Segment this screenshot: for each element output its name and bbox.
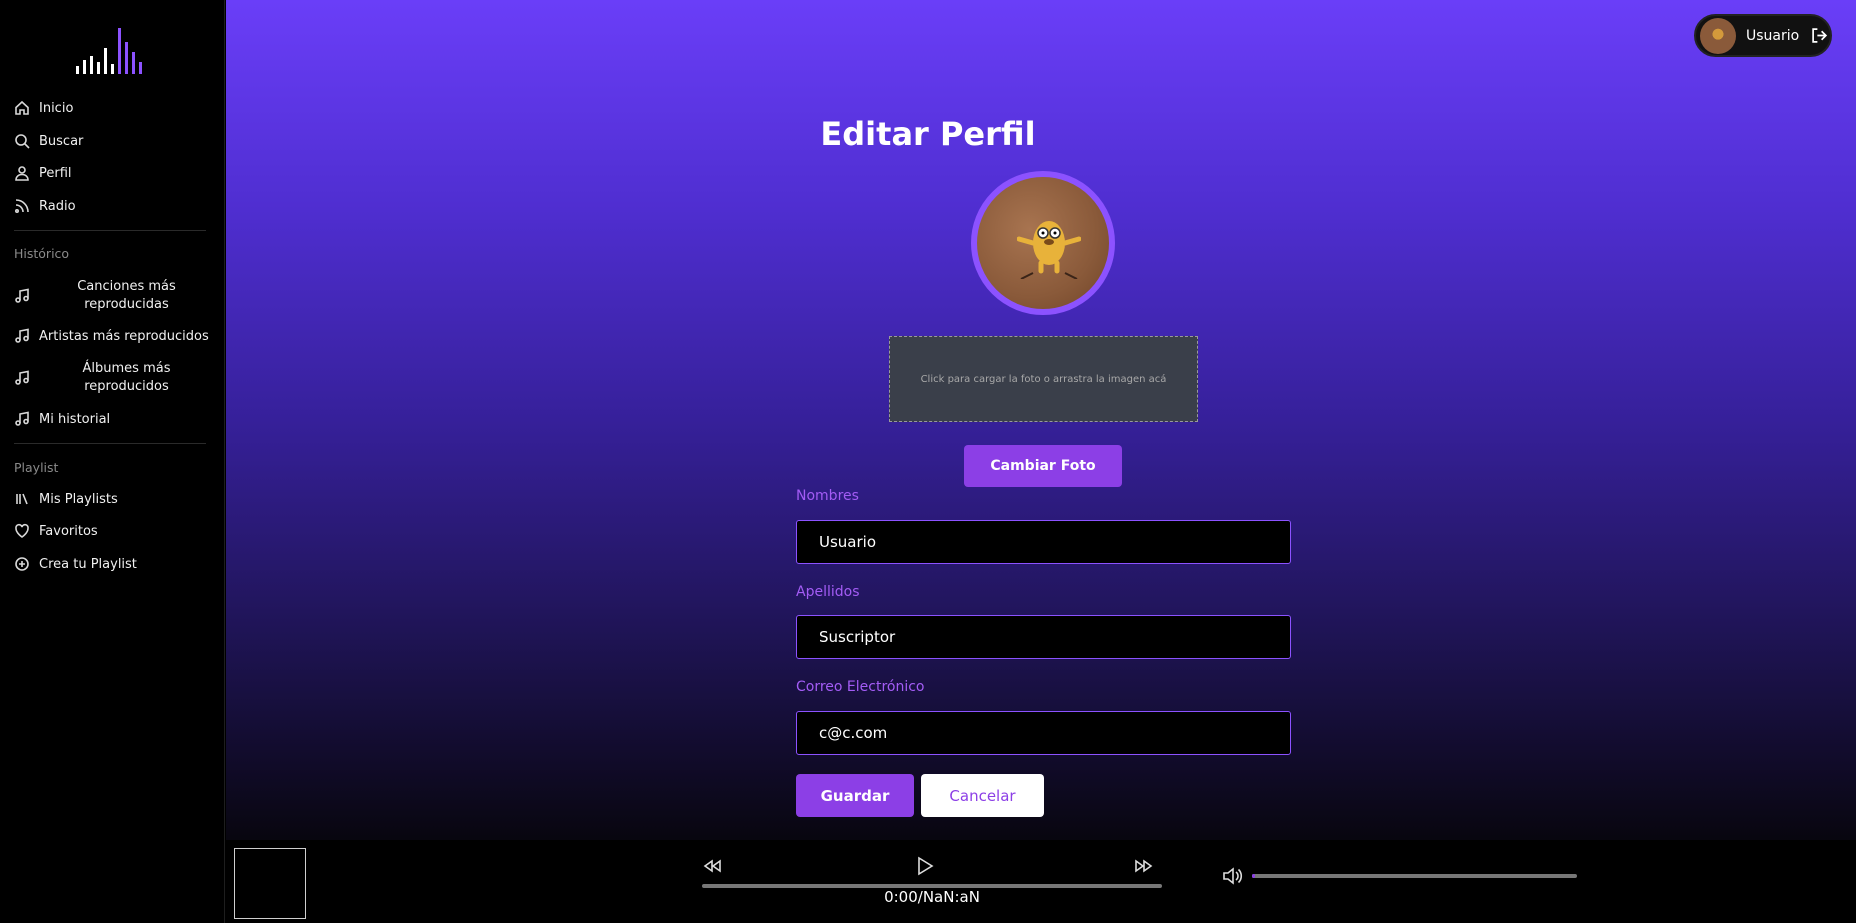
nav-item-radio[interactable]: Radio	[14, 198, 76, 214]
nav-item-artistas[interactable]: Artistas más reproducidos	[14, 328, 209, 344]
volume-icon	[1223, 867, 1243, 885]
music-note-icon	[15, 370, 29, 385]
nombres-input[interactable]: Usuario	[796, 520, 1291, 564]
nav-item-inicio[interactable]: Inicio	[14, 100, 73, 116]
home-icon	[15, 100, 29, 115]
library-icon	[16, 493, 28, 505]
nav-item-label: Mis Playlists	[39, 491, 118, 507]
photo-dropzone[interactable]: Click para cargar la foto o arrastra la …	[889, 336, 1198, 422]
nombres-label: Nombres	[796, 488, 859, 504]
email-input[interactable]: c@c.com	[796, 711, 1291, 755]
logo-icon	[76, 28, 142, 74]
nav-item-canciones[interactable]: Canciones más reproducidas	[14, 278, 214, 314]
nav-item-label: Inicio	[39, 100, 74, 116]
nav-item-label: Artistas más reproducidos	[39, 328, 209, 344]
forward-button[interactable]	[1134, 858, 1154, 878]
nav-item-crea-playlist[interactable]: Crea tu Playlist	[14, 556, 137, 572]
email-label: Correo Electrónico	[796, 679, 925, 695]
apellidos-input[interactable]: Suscriptor	[796, 615, 1291, 659]
play-icon	[918, 856, 934, 876]
nav-item-label: Favoritos	[39, 523, 98, 539]
nav-item-label: Álbumes más reproducidos	[82, 361, 171, 394]
nav-item-label: Perfil	[39, 165, 72, 181]
volume-button[interactable]	[1222, 866, 1244, 890]
music-note-icon	[15, 411, 29, 426]
avatar	[1700, 17, 1736, 54]
plus-circle-icon	[15, 557, 29, 571]
user-menu[interactable]: Usuario	[1694, 14, 1832, 57]
nav-item-mis-playlists[interactable]: Mis Playlists	[14, 491, 118, 507]
section-title-playlist: Playlist	[14, 460, 59, 475]
cancel-button[interactable]: Cancelar	[921, 774, 1044, 817]
section-title-historico: Histórico	[14, 246, 70, 261]
divider	[14, 230, 206, 231]
player-bar	[226, 840, 1856, 923]
divider	[14, 443, 206, 444]
nav-item-perfil[interactable]: Perfil	[14, 165, 72, 181]
username: Usuario	[1746, 27, 1800, 44]
nav-item-label: Radio	[39, 198, 76, 214]
volume-slider[interactable]	[1252, 874, 1577, 878]
rewind-button[interactable]	[702, 858, 722, 878]
rewind-icon	[703, 859, 721, 873]
play-button[interactable]	[916, 856, 934, 880]
album-cover	[234, 848, 306, 919]
nav-item-favoritos[interactable]: Favoritos	[14, 523, 98, 539]
nav-item-historial[interactable]: Mi historial	[14, 411, 110, 427]
dropzone-text: Click para cargar la foto o arrastra la …	[920, 373, 1167, 385]
jake-character-icon	[1017, 221, 1081, 279]
nav-item-albumes[interactable]: Álbumes más reproducidos	[14, 360, 214, 396]
rss-icon	[14, 199, 29, 214]
volume-fill	[1252, 874, 1256, 878]
user-icon	[15, 166, 29, 181]
fast-forward-icon	[1135, 859, 1153, 873]
change-photo-button[interactable]: Cambiar Foto	[964, 445, 1122, 487]
nav-item-label: Canciones más reproducidas	[77, 279, 176, 312]
page-title: Editar Perfil	[820, 115, 1036, 153]
nav-item-label: Mi historial	[39, 411, 111, 427]
music-note-icon	[15, 328, 29, 343]
profile-picture	[971, 171, 1115, 315]
music-note-icon	[15, 288, 29, 303]
heart-icon	[15, 523, 29, 538]
time-display: 0:00/NaN:aN	[884, 888, 980, 906]
logout-icon[interactable]	[1811, 27, 1828, 44]
nav-item-label: Crea tu Playlist	[39, 556, 137, 572]
save-button[interactable]: Guardar	[796, 774, 914, 817]
apellidos-label: Apellidos	[796, 584, 860, 600]
